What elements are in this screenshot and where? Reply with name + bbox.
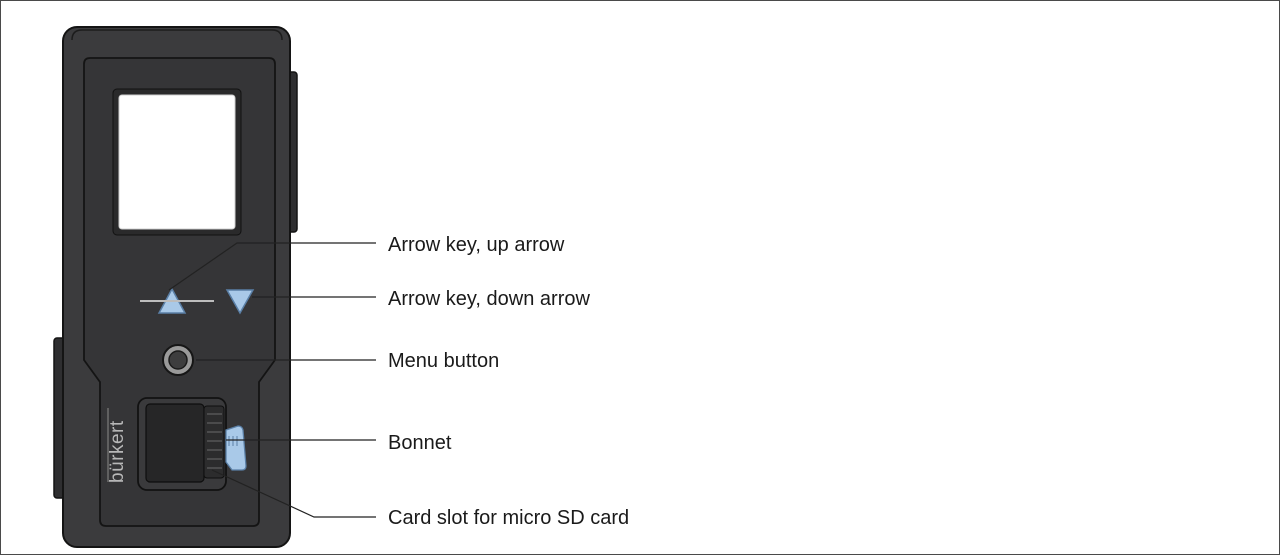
brand-logo-text: bürkert [107,420,128,483]
brand-logo: bürkert [107,420,128,483]
label-card-slot: Card slot for micro SD card [388,507,630,529]
label-menu-button: Menu button [388,350,500,372]
display-screen [118,94,236,230]
micro-sd-card [225,425,247,471]
label-down-arrow-key: Arrow key, down arrow [388,288,590,310]
label-bonnet: Bonnet [388,432,452,454]
menu-button-center [168,350,188,370]
device-diagram: bürkert [53,26,376,548]
label-up-arrow-key: Arrow key, up arrow [388,234,565,256]
card-slot [145,403,205,483]
bonnet-hinge [203,405,225,479]
